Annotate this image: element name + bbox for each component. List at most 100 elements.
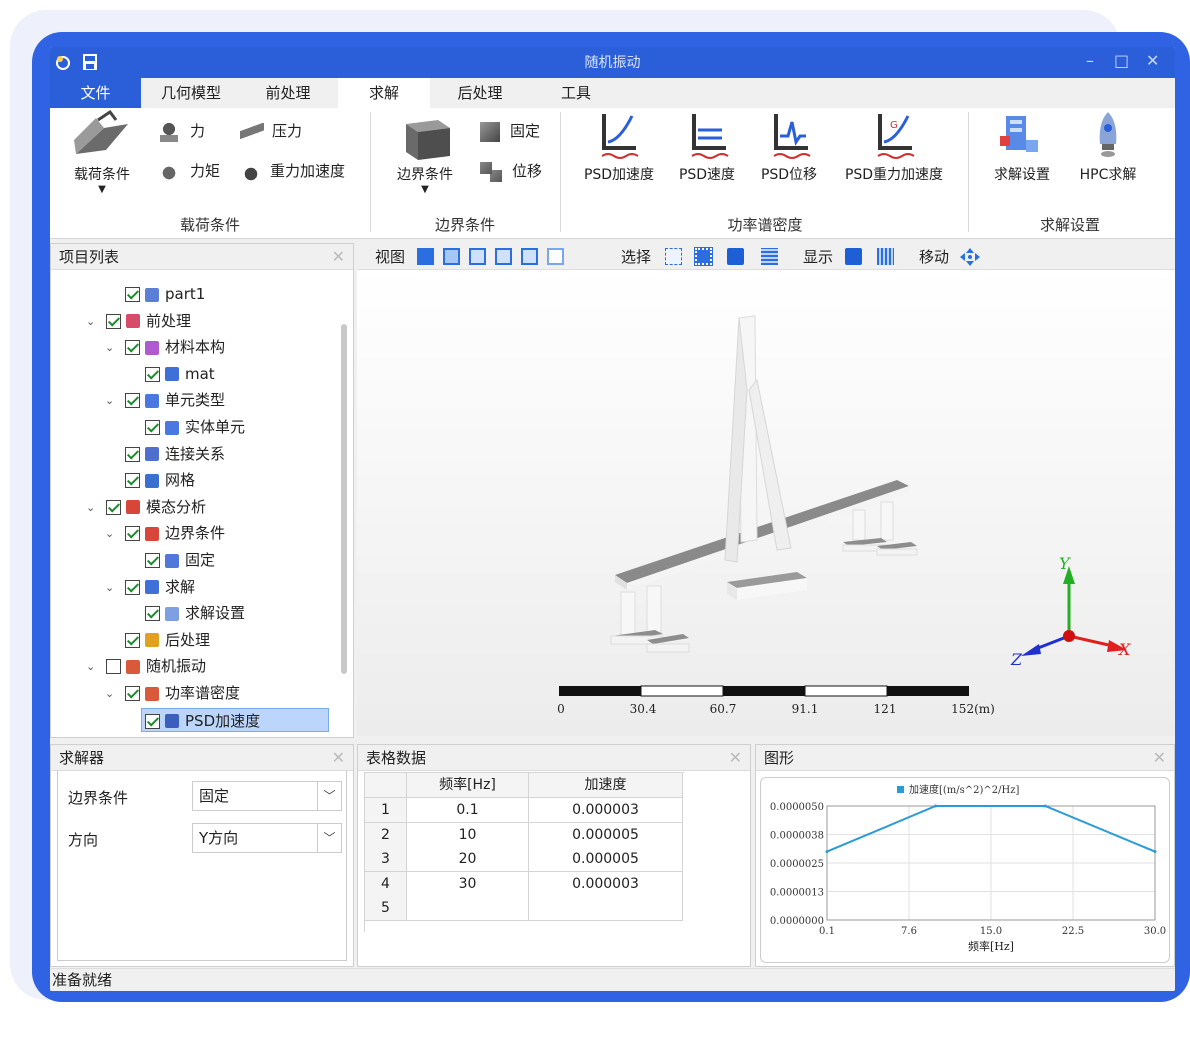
close-icon[interactable]: ✕ [1153, 745, 1166, 771]
tree-checkbox[interactable] [125, 287, 140, 302]
psd-acceleration-button[interactable]: PSD加速度 [574, 110, 664, 190]
minimize-button[interactable]: – [1086, 51, 1094, 70]
row-header[interactable]: 4 [365, 871, 407, 897]
tree-item[interactable]: 前处理 [106, 309, 191, 333]
direction-select[interactable]: Y方向 ﹀ [192, 823, 342, 853]
tree-item[interactable]: mat [145, 362, 215, 386]
select-face-icon[interactable] [694, 247, 713, 266]
expand-chevron-icon[interactable]: ⌄ [105, 394, 114, 407]
tree-item[interactable]: 边界条件 [125, 521, 225, 545]
tree-item[interactable]: 材料本构 [125, 335, 225, 359]
table-corner[interactable] [365, 773, 407, 798]
tree-checkbox[interactable] [125, 393, 140, 409]
table-cell[interactable]: 0.000003 [529, 871, 683, 897]
tree-item[interactable]: 求解 [125, 575, 195, 599]
table-cell[interactable]: 10 [407, 822, 529, 848]
row-header[interactable]: 1 [365, 798, 407, 823]
data-table[interactable]: 频率[Hz]加速度[(m/s^2)^2/Hz]10.10.0000032100.… [364, 772, 684, 932]
maximize-button[interactable]: □ [1114, 51, 1129, 70]
table-cell[interactable]: 0.000005 [529, 822, 683, 848]
gravity-button[interactable]: 重力加速度 [240, 160, 345, 182]
tree-item[interactable]: 功率谱密度 [125, 681, 240, 705]
tree-item[interactable]: 随机振动 [106, 654, 206, 678]
close-button[interactable]: ✕ [1146, 51, 1159, 70]
tree-checkbox[interactable] [125, 579, 140, 595]
tree-checkbox[interactable] [125, 686, 140, 701]
tree-checkbox[interactable] [145, 366, 160, 382]
tree-checkbox[interactable] [106, 313, 121, 329]
psd-velocity-button[interactable]: PSD速度 [670, 110, 744, 190]
view-iso-icon[interactable] [547, 248, 564, 265]
expand-chevron-icon[interactable]: ⌄ [105, 581, 114, 594]
tree-checkbox[interactable] [145, 420, 160, 435]
tab-preprocess[interactable]: 前处理 [243, 78, 333, 108]
view-left-icon[interactable] [469, 248, 486, 265]
expand-chevron-icon[interactable]: ⌄ [86, 315, 95, 328]
boundary-condition-button[interactable]: 边界条件 ▼ [390, 110, 460, 206]
table-cell[interactable]: 30 [407, 871, 529, 897]
move-arrows-icon[interactable] [959, 247, 981, 267]
tree-checkbox[interactable] [145, 553, 160, 568]
tab-geometry[interactable]: 几何模型 [146, 78, 236, 108]
tree-item[interactable]: 单元类型 [125, 388, 225, 412]
tab-solve[interactable]: 求解 [338, 78, 430, 108]
tree-checkbox[interactable] [145, 606, 160, 622]
tree-item[interactable]: part1 [125, 282, 205, 306]
table-cell[interactable]: 20 [407, 847, 529, 872]
tree-checkbox[interactable] [125, 632, 140, 648]
tab-file[interactable]: 文件 [50, 78, 141, 108]
display-mesh-icon[interactable] [877, 248, 894, 265]
column-header[interactable]: 频率[Hz] [407, 773, 529, 798]
table-cell[interactable]: 0.000005 [529, 847, 683, 872]
row-header[interactable]: 3 [365, 847, 407, 872]
table-cell[interactable] [529, 896, 683, 921]
tree-item[interactable]: 模态分析 [106, 495, 206, 519]
expand-chevron-icon[interactable]: ⌄ [105, 341, 114, 354]
tree-checkbox[interactable] [125, 473, 140, 489]
tree-item[interactable]: PSD加速度 [141, 707, 330, 732]
table-cell[interactable]: 0.000003 [529, 798, 683, 823]
fixed-button[interactable]: 固定 [480, 120, 540, 142]
expand-chevron-icon[interactable]: ⌄ [86, 660, 95, 673]
tree-checkbox[interactable] [125, 340, 140, 356]
tree-item[interactable]: 求解设置 [145, 601, 245, 625]
solve-settings-button[interactable]: 求解设置 [984, 110, 1060, 190]
tree-item[interactable]: 网格 [125, 468, 195, 492]
tree-item[interactable]: 固定 [145, 548, 215, 572]
close-icon[interactable]: ✕ [729, 745, 742, 771]
row-header[interactable]: 2 [365, 822, 407, 848]
tree-checkbox[interactable] [106, 659, 121, 675]
tree-item[interactable]: 连接关系 [125, 442, 225, 466]
psd-displacement-button[interactable]: PSD位移 [752, 110, 826, 190]
tree-checkbox[interactable] [106, 499, 121, 515]
view-right-icon[interactable] [495, 248, 512, 265]
table-cell[interactable] [407, 896, 529, 921]
tree-scrollbar[interactable] [341, 324, 347, 674]
tab-postprocess[interactable]: 后处理 [435, 78, 525, 108]
close-icon[interactable]: ✕ [332, 745, 345, 771]
select-mesh-icon[interactable] [761, 248, 778, 265]
load-condition-button[interactable]: 载荷条件 ▼ [70, 109, 134, 206]
tree-item[interactable]: 实体单元 [145, 415, 245, 439]
view-back-icon[interactable] [443, 248, 460, 265]
moment-button[interactable]: 力矩 [158, 160, 220, 182]
display-solid-icon[interactable] [845, 248, 862, 265]
hpc-solve-button[interactable]: HPC求解 [1068, 110, 1148, 190]
expand-chevron-icon[interactable]: ⌄ [105, 527, 114, 540]
displacement-button[interactable]: 位移 [480, 160, 542, 182]
tree-item[interactable]: 后处理 [125, 628, 210, 652]
select-body-icon[interactable] [727, 248, 744, 265]
tree-checkbox[interactable] [125, 526, 140, 542]
close-icon[interactable]: ✕ [332, 244, 345, 270]
select-point-icon[interactable] [665, 248, 682, 265]
expand-chevron-icon[interactable]: ⌄ [105, 687, 114, 700]
column-header[interactable]: 加速度[(m/s^2)^2/Hz] [529, 773, 683, 817]
force-button[interactable]: 力 [158, 120, 205, 142]
boundary-condition-select[interactable]: 固定 ﹀ [192, 781, 342, 811]
tree-checkbox[interactable] [125, 446, 140, 462]
3d-viewport[interactable]: 0 30.4 60.7 91.1 121 152(m) Y X Z [357, 270, 1175, 736]
tab-tools[interactable]: 工具 [540, 78, 612, 108]
expand-chevron-icon[interactable]: ⌄ [86, 501, 95, 514]
psd-gravity-button[interactable]: G PSD重力加速度 [836, 110, 952, 190]
view-top-icon[interactable] [521, 248, 538, 265]
